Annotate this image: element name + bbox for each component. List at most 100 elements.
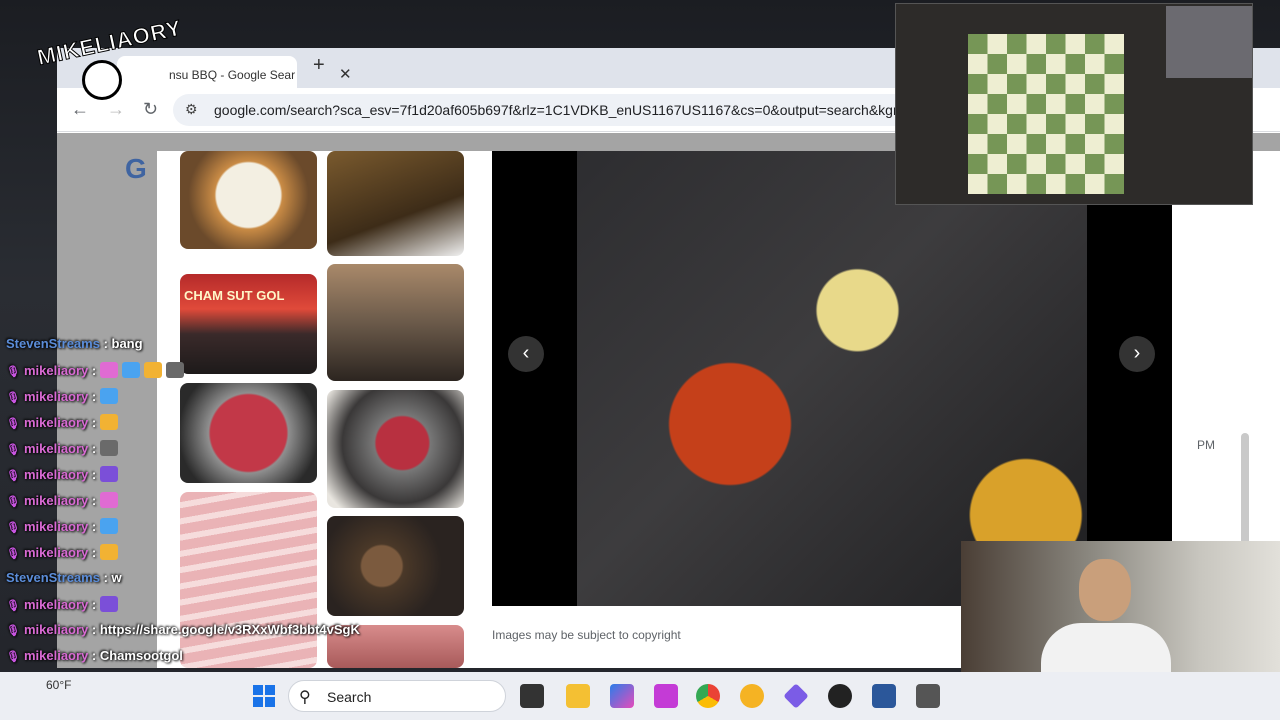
chat-emote-icon [99, 440, 118, 456]
right-panel-pm-text: PM [1197, 438, 1215, 452]
chat-username[interactable]: mikeliaory [24, 622, 88, 637]
chat-message: 🎙 mikeliaory : [6, 388, 122, 408]
chat-message: 🎙 mikeliaory : [6, 362, 188, 382]
chat-username[interactable]: mikeliaory [24, 597, 88, 612]
chat-text: : [88, 545, 100, 560]
chat-message: 🎙 mikeliaory : [6, 440, 122, 460]
picsart-icon[interactable] [654, 684, 678, 708]
thumb-cheese-dish[interactable] [180, 151, 317, 249]
chat-emote-icon [99, 362, 118, 378]
main-image-korean-bbq-table[interactable] [577, 151, 1087, 606]
chat-message: 🎙 mikeliaory : https://share.google/v3RXx… [6, 622, 360, 642]
srt-app-icon[interactable] [916, 684, 940, 708]
chat-message: 🎙 mikeliaory : [6, 518, 122, 538]
chat-text: : [88, 519, 100, 534]
chat-message: StevenStreams : w [6, 570, 122, 590]
chat-emote-icon [99, 388, 118, 404]
chat-emote-icon [99, 544, 118, 560]
chat-text: : [88, 467, 100, 482]
streamer-logo: MIKELIAORY [30, 12, 185, 112]
chat-message: 🎙 mikeliaory : [6, 414, 122, 434]
thumb-grilled-meat[interactable] [327, 516, 464, 616]
chat-emote-icon [99, 596, 118, 612]
new-tab-icon[interactable]: + [313, 54, 325, 77]
thumb-raw-beef-grill[interactable] [180, 383, 317, 483]
chat-username[interactable]: mikeliaory [24, 519, 88, 534]
weather-temperature[interactable]: 60°F [46, 678, 71, 692]
app-diamond-icon[interactable] [783, 683, 809, 709]
mascot-icon [82, 60, 122, 100]
microphone-icon: 🎙 [6, 548, 20, 560]
chat-username[interactable]: mikeliaory [24, 648, 88, 663]
chat-message: 🎙 mikeliaory : [6, 466, 122, 486]
chat-text: : https://share.google/v3RXxWbf3bbt4vSgK [88, 622, 360, 637]
chat-text: : [88, 389, 100, 404]
chat-text: : Chamsootgol [88, 648, 183, 663]
thumb-shrimp[interactable] [327, 151, 464, 256]
microphone-icon: 🎙 [6, 625, 20, 637]
chat-username[interactable]: mikeliaory [24, 363, 88, 378]
windows-start-icon[interactable] [252, 684, 276, 708]
chat-username[interactable]: mikeliaory [24, 467, 88, 482]
url-text: google.com/search?sca_esv=7f1d20af605b69… [214, 102, 905, 118]
microphone-icon: 🎙 [6, 392, 20, 404]
site-info-icon[interactable]: ⚙ [185, 101, 198, 118]
chat-username[interactable]: mikeliaory [24, 389, 88, 404]
next-image-arrow-icon[interactable]: › [1119, 336, 1155, 372]
thumb-table-spread[interactable] [327, 390, 464, 508]
search-icon: ⚲ [299, 689, 311, 706]
chat-emote-icon [99, 518, 118, 534]
streamer-head [1079, 559, 1131, 621]
chat-text: : [88, 493, 100, 508]
taskbar-search-label: Search [327, 689, 372, 705]
chat-emote-icon [99, 466, 118, 482]
chat-text: : [88, 441, 100, 456]
chat-text: : [88, 415, 100, 430]
chess-player-camera [1166, 6, 1252, 78]
chat-text: : [88, 597, 100, 612]
chess-board [968, 34, 1124, 194]
chat-message: 🎙 mikeliaory : [6, 492, 122, 512]
chat-emote-icon [121, 362, 140, 378]
microphone-icon: 🎙 [6, 444, 20, 456]
copilot-icon[interactable] [610, 684, 634, 708]
chat-username[interactable]: mikeliaory [24, 441, 88, 456]
close-tab-icon[interactable]: ✕ [339, 65, 352, 83]
copyright-note: Images may be subject to copyright [492, 628, 681, 642]
microphone-icon: 🎙 [6, 470, 20, 482]
thumb-restaurant-interior[interactable] [327, 264, 464, 381]
screen: nsu BBQ - Google Sear ✕ + ← → ↻ ⚙ google… [0, 0, 1280, 720]
word-icon[interactable] [872, 684, 896, 708]
taskbar-search[interactable]: ⚲ Search [288, 680, 506, 712]
chat-username[interactable]: StevenStreams [6, 336, 100, 351]
obs-icon[interactable] [828, 684, 852, 708]
chat-username[interactable]: StevenStreams [6, 570, 100, 585]
app-sun-icon[interactable] [740, 684, 764, 708]
microphone-icon: 🎙 [6, 600, 20, 612]
microphone-icon: 🎙 [6, 418, 20, 430]
chat-emote-icon [99, 414, 118, 430]
chat-emote-icon [165, 362, 184, 378]
storefront-sign: CHAM SUT GOL [184, 288, 285, 303]
microphone-icon: 🎙 [6, 522, 20, 534]
file-explorer-icon[interactable] [566, 684, 590, 708]
main-image-frame: ‹ › [492, 151, 1172, 606]
thumb-cham-sut-gol-storefront[interactable]: CHAM SUT GOL [180, 274, 317, 374]
chat-text: : w [99, 570, 122, 585]
previous-image-arrow-icon[interactable]: ‹ [508, 336, 544, 372]
chat-message: 🎙 mikeliaory : Chamsootgol [6, 648, 183, 668]
chat-username[interactable]: mikeliaory [24, 415, 88, 430]
microphone-icon: 🎙 [6, 496, 20, 508]
taskbar: 60°F ⚲ Search [0, 672, 1280, 720]
chat-username[interactable]: mikeliaory [24, 493, 88, 508]
chat-text: : bang [99, 336, 143, 351]
chat-message: 🎙 mikeliaory : [6, 544, 122, 564]
chat-username[interactable]: mikeliaory [24, 545, 88, 560]
chat-emote-icon [99, 492, 118, 508]
microphone-icon: 🎙 [6, 366, 20, 378]
chat-message: StevenStreams : bang [6, 336, 143, 356]
chrome-icon[interactable] [696, 684, 720, 708]
chat-emote-icon [143, 362, 162, 378]
microphone-icon: 🎙 [6, 651, 20, 663]
task-view-icon[interactable] [520, 684, 544, 708]
